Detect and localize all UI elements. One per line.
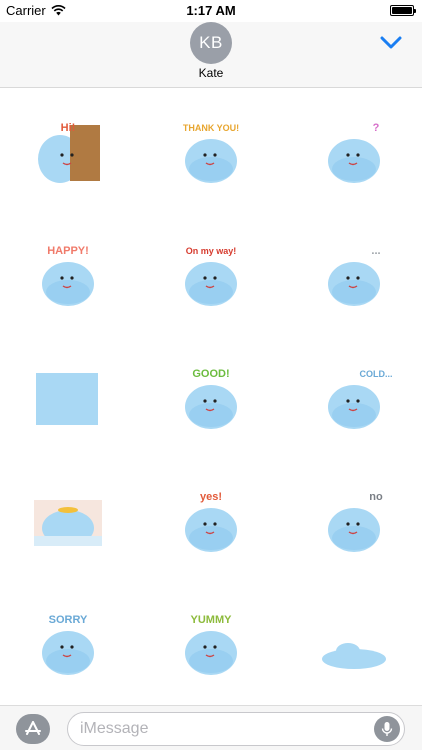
sticker-monster-happy[interactable]: HAPPY! (8, 222, 128, 332)
monster-thinking-icon: ... (328, 245, 381, 306)
monster-behind-door-icon: Hi! (38, 122, 100, 183)
sticker-monster-confused[interactable]: ? (294, 99, 414, 209)
sticker-monster-behind-door[interactable]: Hi! (8, 99, 128, 209)
conversation-header: KB Kate (0, 22, 422, 88)
sticker-caption: COLD... (360, 369, 393, 379)
sticker-caption: yes! (200, 491, 222, 503)
app-store-button[interactable] (16, 714, 50, 744)
app-store-icon (25, 721, 41, 735)
sticker-caption: ? (373, 122, 380, 134)
sticker-monster-melted-puddle[interactable] (294, 591, 414, 701)
monster-yes-icon: yes! (185, 491, 237, 552)
sticker-monster-eating[interactable]: YUMMY (151, 591, 271, 701)
monster-eating-icon: YUMMY (185, 614, 237, 675)
monster-cold-icon: COLD... (328, 369, 393, 429)
monster-no-icon: no (328, 491, 383, 552)
battery-icon (390, 5, 416, 16)
sticker-monster-with-flowers[interactable]: THANK YOU! (151, 99, 271, 209)
message-input[interactable] (80, 717, 370, 741)
sticker-monster-cold[interactable]: COLD... (294, 345, 414, 455)
sticker-caption: ... (371, 245, 380, 257)
sticker-monster-good[interactable]: GOOD! (151, 345, 271, 455)
microphone-button[interactable] (374, 716, 400, 742)
sticker-monster-in-bath[interactable] (8, 468, 128, 578)
chevron-down-icon[interactable] (380, 36, 402, 50)
sticker-caption: GOOD! (192, 368, 229, 380)
sticker-monster-no[interactable]: no (294, 468, 414, 578)
contact-name[interactable]: Kate (0, 66, 422, 80)
battery-fill (392, 7, 412, 14)
monster-square-icon (36, 373, 98, 425)
sticker-caption: Hi! (61, 122, 76, 134)
sticker-grid: Hi! THANK YOU!? HAPPY! On my way!... GOOD! CO… (0, 89, 422, 705)
sticker-monster-square[interactable] (8, 345, 128, 455)
status-time: 1:17 AM (186, 3, 236, 18)
status-bar: Carrier 1:17 AM (0, 0, 422, 22)
sticker-caption: On my way! (186, 246, 237, 256)
microphone-icon (381, 722, 393, 736)
sticker-monster-walking-cane[interactable]: On my way! (151, 222, 271, 332)
sticker-monster-yes[interactable]: yes! (151, 468, 271, 578)
monster-confused-icon: ? (328, 122, 380, 183)
sticker-caption: HAPPY! (47, 245, 89, 257)
monster-walking-cane-icon: On my way! (185, 246, 237, 306)
sticker-monster-sorry[interactable]: SORRY (8, 591, 128, 701)
monster-melted-puddle-icon (322, 643, 386, 669)
sticker-caption: SORRY (49, 614, 88, 626)
sticker-caption: YUMMY (191, 614, 233, 626)
monster-good-icon: GOOD! (185, 368, 237, 429)
message-input-container (67, 712, 405, 746)
contact-avatar[interactable]: KB (190, 22, 232, 64)
sticker-monster-thinking[interactable]: ... (294, 222, 414, 332)
monster-in-bath-icon (34, 500, 102, 546)
monster-sorry-icon: SORRY (42, 614, 94, 675)
sticker-caption: THANK YOU! (183, 123, 239, 133)
message-composer (0, 705, 422, 750)
monster-with-flowers-icon: THANK YOU! (183, 123, 239, 183)
monster-happy-icon: HAPPY! (42, 245, 94, 306)
sticker-caption: no (369, 491, 383, 503)
